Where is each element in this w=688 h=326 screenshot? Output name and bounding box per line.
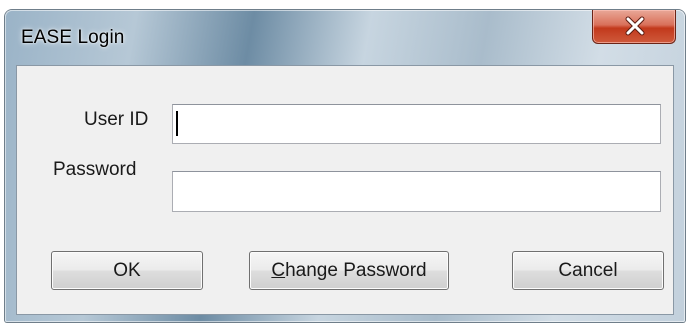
cancel-button-label: Cancel: [558, 259, 618, 281]
text-caret: [176, 111, 178, 136]
user-id-label: User ID: [84, 109, 149, 130]
password-label: Password: [53, 159, 137, 180]
login-dialog-window: EASE Login User ID Password OK Change Pa…: [5, 10, 685, 322]
change-password-button[interactable]: Change Password: [249, 251, 449, 290]
dialog-body: User ID Password OK Change Password Canc…: [16, 65, 674, 315]
close-button[interactable]: [592, 10, 676, 44]
close-icon: [625, 16, 645, 36]
change-password-label-rest: hange Password: [285, 259, 427, 281]
title-bar[interactable]: EASE Login: [5, 10, 685, 52]
ok-button-label: OK: [113, 259, 141, 281]
password-input[interactable]: [172, 171, 661, 212]
change-password-button-label: Change Password: [271, 260, 426, 282]
window-title: EASE Login: [21, 27, 125, 48]
cancel-button[interactable]: Cancel: [512, 251, 664, 290]
ok-button[interactable]: OK: [51, 251, 203, 290]
user-id-input[interactable]: [172, 104, 661, 144]
change-password-accelerator: C: [271, 259, 286, 281]
